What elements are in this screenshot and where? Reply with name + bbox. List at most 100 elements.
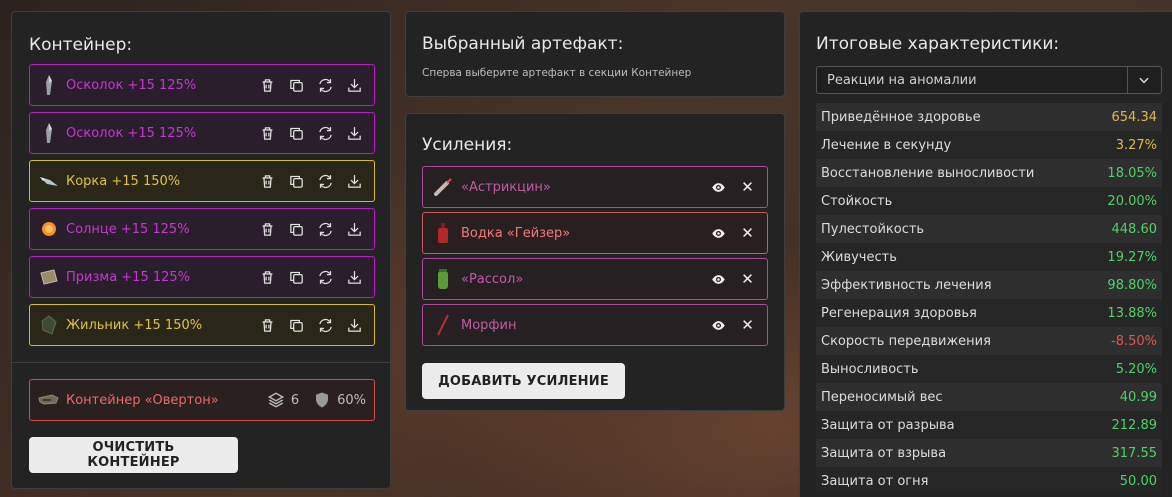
container-holder-label: Контейнер «Овертон» [66,392,219,408]
swap-icon[interactable] [316,268,335,287]
stat-name: Живучесть [821,249,897,265]
copy-icon[interactable] [287,220,306,239]
artifact-row[interactable]: Солнце +15 125% [29,208,375,250]
close-icon[interactable]: ✕ [738,178,757,197]
stat-name: Стойкость [821,193,893,209]
artifact-row[interactable]: Осколок +15 125% [29,64,375,106]
container-holder-icon [38,389,60,411]
container-slots: 6 [290,392,300,408]
stat-name: Скорость передвижения [821,333,991,349]
stat-row: Лечение в секунду 3.27% [816,131,1162,159]
artifact-actions [258,172,364,191]
swap-icon[interactable] [316,316,335,335]
boost-label: «Рассол» [461,271,524,287]
boost-row[interactable]: Морфин ✕ [422,304,768,346]
artifact-row[interactable]: Призма +15 125% [29,256,375,298]
shard-icon [38,122,60,144]
stat-value: 98.80% [1107,277,1157,293]
trash-icon[interactable] [258,220,277,239]
copy-icon[interactable] [287,268,306,287]
stat-value: 212.89 [1111,417,1158,433]
stats-panel: Итоговые характеристики: Реакции на аном… [799,11,1172,497]
stat-value: 448.60 [1111,221,1158,237]
swap-icon[interactable] [316,124,335,143]
download-icon[interactable] [345,268,364,287]
artifact-row[interactable]: Корка +15 150% [29,160,375,202]
prism-icon [38,266,60,288]
boosts-title: Усиления: [422,135,513,155]
download-icon[interactable] [345,316,364,335]
divider [12,362,390,363]
copy-icon[interactable] [287,124,306,143]
artifact-actions [258,124,364,143]
shard-icon [38,74,60,96]
chevron-down-icon [1127,67,1151,93]
artifact-row[interactable]: Жильник +15 150% [29,304,375,346]
artifact-label: Жильник +15 150% [66,317,203,333]
stat-value: 18.05% [1107,165,1157,181]
add-boost-button[interactable]: ДОБАВИТЬ УСИЛЕНИЕ [422,363,625,399]
stat-value: 20.00% [1107,193,1157,209]
stat-name: Защита от огня [821,473,929,489]
stat-row: Защита от огня 50.00 [816,467,1162,495]
download-icon[interactable] [345,172,364,191]
trash-icon[interactable] [258,268,277,287]
eye-icon[interactable] [709,270,728,289]
clear-container-button[interactable]: ОЧИСТИТЬ КОНТЕЙНЕР [29,437,238,473]
close-icon[interactable]: ✕ [738,224,757,243]
artifact-label: Корка +15 150% [66,173,181,189]
stat-name: Выносливость [821,361,919,377]
shield-icon [316,392,329,408]
download-icon[interactable] [345,76,364,95]
stat-row: Стойкость 20.00% [816,187,1162,215]
download-icon[interactable] [345,220,364,239]
container-holder-stats: 6 60% [267,391,366,409]
eye-icon[interactable] [709,178,728,197]
container-holder-row[interactable]: Контейнер «Овертон» 6 60% [29,379,375,421]
download-icon[interactable] [345,124,364,143]
stat-value: 19.27% [1107,249,1157,265]
copy-icon[interactable] [287,172,306,191]
boost-row[interactable]: Водка «Гейзер» ✕ [422,212,768,254]
stat-value: -8.50% [1111,333,1157,349]
close-icon[interactable]: ✕ [738,316,757,335]
artifact-label: Солнце +15 125% [66,221,190,237]
swap-icon[interactable] [316,76,335,95]
eye-icon[interactable] [709,224,728,243]
copy-icon[interactable] [287,316,306,335]
artifact-list: Осколок +15 125% Осколок +15 125% Корка +1… [29,64,375,352]
selected-artifact-hint: Сперва выберите артефакт в секции Контей… [422,67,692,79]
boost-row[interactable]: «Рассол» ✕ [422,258,768,300]
container-panel: Контейнер: Осколок +15 125% Осколок +15 1… [11,11,391,489]
trash-icon[interactable] [258,172,277,191]
vein-icon [38,314,60,336]
stats-table: Приведённое здоровье 654.34 Лечение в секу… [816,103,1162,495]
stat-value: 317.55 [1111,445,1158,461]
artifact-label: Осколок +15 125% [66,77,197,93]
boost-label: «Астрикцин» [461,179,551,195]
trash-icon[interactable] [258,76,277,95]
stat-row: Переносимый вес 40.99 [816,383,1162,411]
stat-name: Восстановление выносливости [821,165,1035,181]
artifact-row[interactable]: Осколок +15 125% [29,112,375,154]
eye-icon[interactable] [709,316,728,335]
stats-category-select[interactable]: Реакции на аномалии [816,66,1162,94]
boost-actions: ✕ [709,224,757,243]
boost-actions: ✕ [709,270,757,289]
stat-row: Восстановление выносливости 18.05% [816,159,1162,187]
boost-row[interactable]: «Астрикцин» ✕ [422,166,768,208]
stat-row: Эффективность лечения 98.80% [816,271,1162,299]
copy-icon[interactable] [287,76,306,95]
artifact-label: Осколок +15 125% [66,125,197,141]
close-icon[interactable]: ✕ [738,270,757,289]
swap-icon[interactable] [316,220,335,239]
trash-icon[interactable] [258,124,277,143]
selected-artifact-panel: Выбранный артефакт: Сперва выберите арте… [405,11,785,97]
stats-title: Итоговые характеристики: [816,34,1060,54]
artifact-actions [258,220,364,239]
swap-icon[interactable] [316,172,335,191]
trash-icon[interactable] [258,316,277,335]
stat-value: 3.27% [1115,137,1157,153]
stats-category-value: Реакции на аномалии [827,72,977,88]
jar-icon [433,268,453,290]
